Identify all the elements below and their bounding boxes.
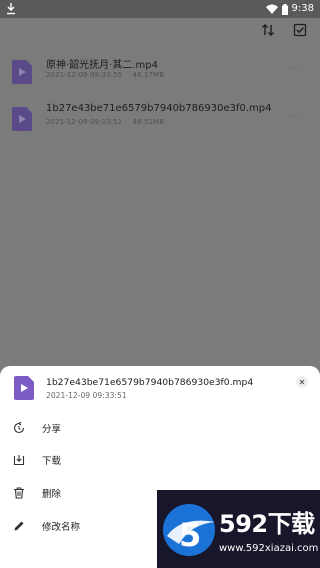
toolbar — [260, 22, 308, 38]
video-file-icon — [14, 376, 34, 400]
file-name: 原神·韶光抚月·其二.mp4 — [46, 60, 158, 71]
file-size: 48.51MB — [132, 118, 165, 126]
more-options-icon[interactable]: ··· — [289, 64, 302, 75]
wifi-icon — [265, 4, 278, 14]
menu-label: 分享 — [42, 424, 62, 435]
battery-icon — [281, 3, 288, 15]
brand-url: www.592xiazai.com — [219, 543, 319, 554]
logo-emblem: 5 — [163, 504, 215, 556]
download-icon — [13, 455, 25, 466]
status-time: 9:38 — [291, 3, 314, 14]
pencil-icon — [14, 521, 24, 531]
download-icon — [7, 3, 15, 15]
file-row-1[interactable]: 原神·韶光抚月·其二.mp4 2021-12-09 09:33:55 46.17… — [0, 56, 320, 96]
file-date: 2021-12-09 09:33:55 — [46, 71, 123, 79]
menu-label: 修改名称 — [42, 522, 81, 533]
file-size: 46.17MB — [132, 71, 165, 79]
select-icon[interactable] — [292, 22, 308, 38]
video-file-icon — [12, 60, 32, 84]
sort-icon[interactable] — [260, 22, 276, 38]
menu-label: 删除 — [42, 489, 62, 500]
sheet-file-name: 1b27e43be71e6579b7940b786930e3f0.mp4 — [46, 377, 254, 388]
sheet-file-date: 2021-12-09 09:33:51 — [46, 391, 127, 400]
status-bar: 9:38 — [0, 0, 320, 18]
file-row-2[interactable]: 1b27e43be71e6579b7940b786930e3f0.mp4 202… — [0, 103, 320, 143]
menu-item-share[interactable]: 分享 — [0, 414, 320, 444]
watermark-logo: 5 592下载 www.592xiazai.com — [157, 490, 320, 568]
more-options-icon[interactable]: ··· — [289, 111, 302, 122]
close-icon — [299, 379, 305, 385]
menu-label: 下载 — [42, 456, 62, 467]
menu-item-download[interactable]: 下载 — [0, 446, 320, 476]
video-file-icon — [12, 107, 32, 131]
file-meta: 2021-12-09 09:33:51 48.51MB — [46, 118, 172, 126]
share-icon — [13, 422, 25, 434]
trash-icon — [14, 487, 24, 499]
close-button[interactable] — [296, 376, 308, 388]
file-name: 1b27e43be71e6579b7940b786930e3f0.mp4 — [46, 103, 272, 114]
brand-name: 592下载 — [219, 510, 315, 538]
file-date: 2021-12-09 09:33:51 — [46, 118, 123, 126]
file-meta: 2021-12-09 09:33:55 46.17MB — [46, 71, 172, 79]
svg-text:5: 5 — [179, 516, 201, 554]
